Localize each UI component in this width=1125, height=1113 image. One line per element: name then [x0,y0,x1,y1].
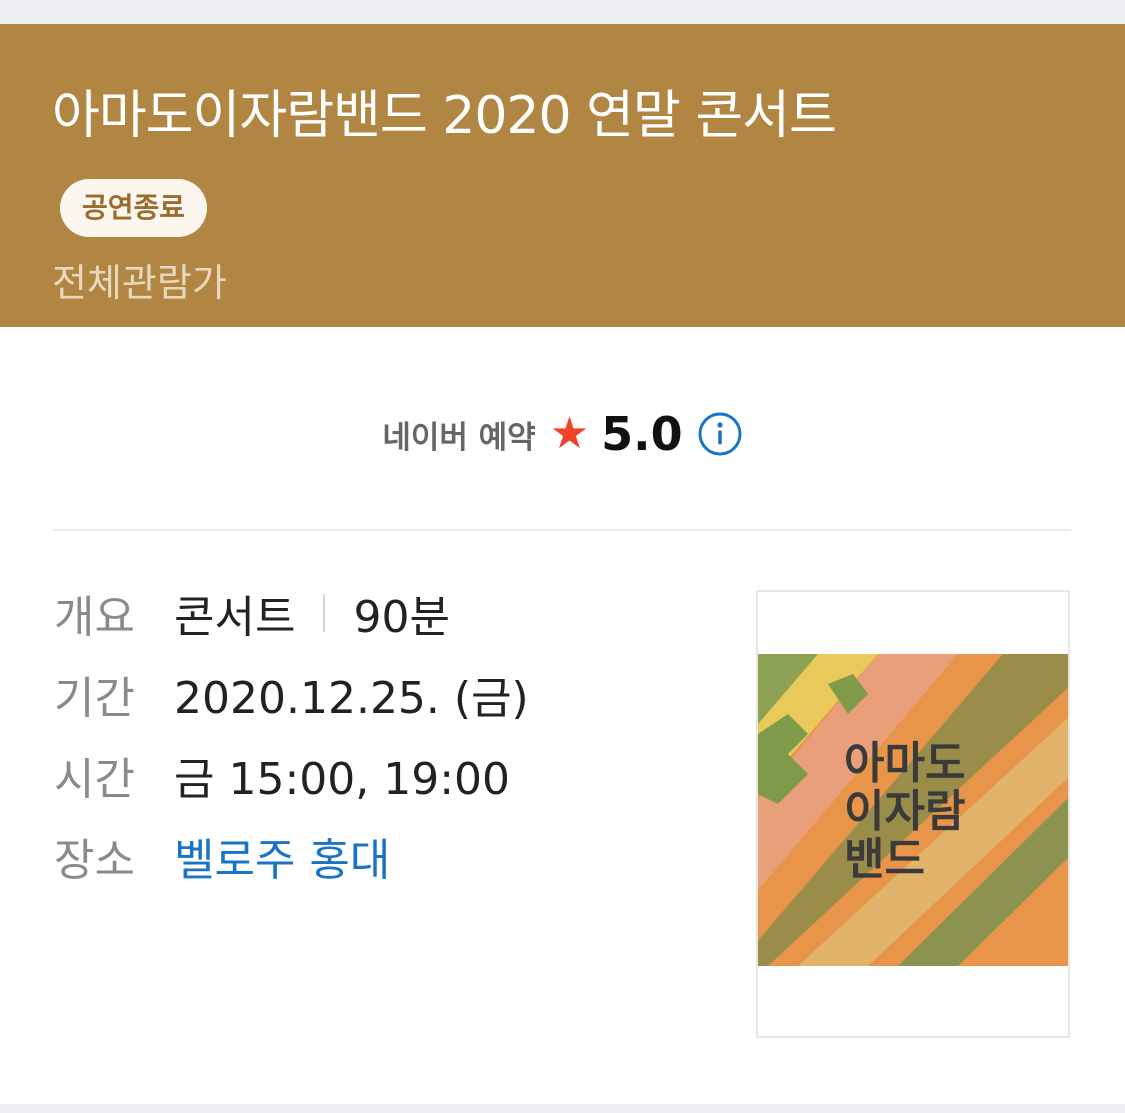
detail-label: 기간 [54,673,135,724]
detail-row-period: 기간 2020.12.25. (금) [54,666,529,724]
detail-label: 개요 [54,592,135,643]
bottom-divider [0,1104,1125,1113]
star-icon: ★ [549,408,590,459]
section-divider [53,529,1071,531]
poster-title-line: 이자람 [844,786,966,837]
detail-label: 장소 [54,835,135,886]
rating-score: 5.0 [601,407,683,461]
info-icon[interactable] [697,411,743,457]
booking-rating: 네이버 예약 ★ 5.0 [0,402,1125,466]
detail-row-time: 시간 금 15:00, 19:00 [54,747,510,805]
age-rating: 전체관람가 [52,261,227,305]
value-separator [323,594,326,632]
venue-link[interactable]: 벨로주 홍대 [174,824,390,888]
performance-header: 아마도이자람밴드 2020 연말 콘서트 공연종료 전체관람가 [0,24,1125,327]
poster-title-line: 아마도 [844,738,966,789]
rating-source-label: 네이버 예약 [382,419,536,456]
status-badge: 공연종료 [60,179,208,237]
detail-time-value: 금 15:00, 19:00 [174,754,511,805]
poster-title-line: 밴드 [844,834,925,885]
status-bar-strip [0,0,1125,24]
detail-row-venue: 장소 벨로주 홍대 [54,828,390,886]
poster-title: 아마도 이자람 밴드 [844,740,965,884]
performance-title: 아마도이자람밴드 2020 연말 콘서트 [52,86,837,146]
poster-image[interactable]: 아마도 이자람 밴드 [756,590,1070,1038]
detail-period-value: 2020.12.25. (금) [174,673,529,724]
detail-label: 시간 [54,754,135,805]
detail-genre: 콘서트 [174,592,296,643]
detail-duration: 90분 [353,592,450,643]
detail-row-summary: 개요 콘서트 90분 [54,585,450,643]
